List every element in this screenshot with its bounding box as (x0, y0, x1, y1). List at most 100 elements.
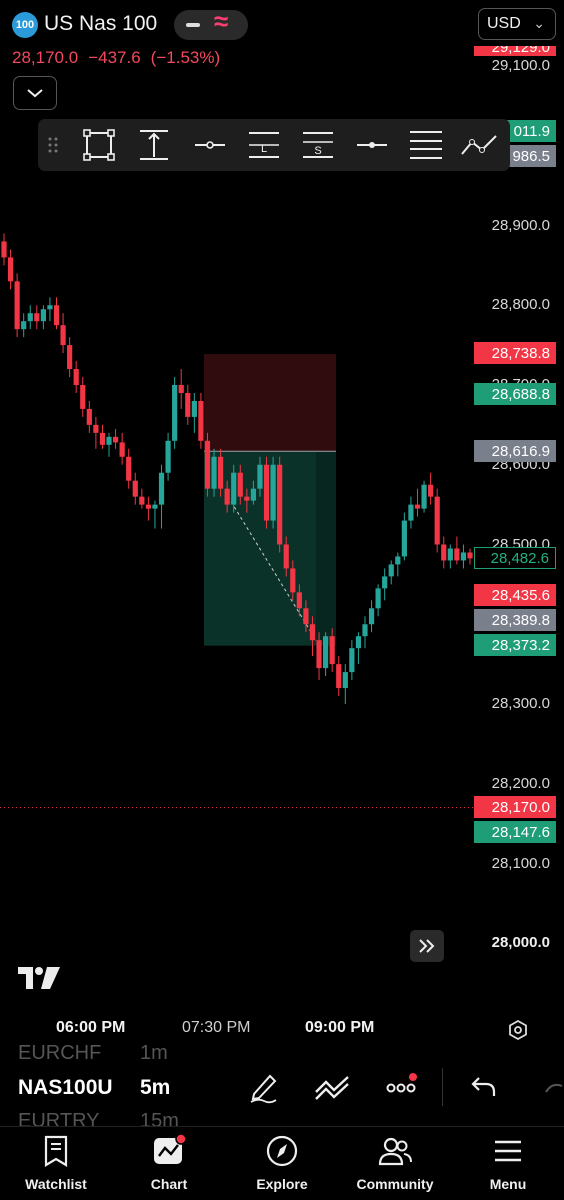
candle-body (395, 556, 401, 565)
minus-icon (186, 23, 200, 27)
candle-body (414, 504, 421, 509)
tradingview-logo (18, 967, 60, 989)
candle-body (40, 309, 46, 322)
nav-label: Chart (150, 1176, 188, 1192)
price-axis-label: 28,100.0 (491, 854, 550, 872)
nav-menu[interactable]: Menu (452, 1128, 564, 1200)
trend-lines-icon[interactable] (314, 1074, 350, 1102)
interval-option[interactable]: 1m (140, 1044, 168, 1065)
undo-icon[interactable] (470, 1074, 498, 1100)
symbol-option[interactable]: EURCHF (18, 1044, 101, 1065)
candle-body (355, 636, 362, 649)
candle-body (316, 640, 322, 669)
candle-body (428, 484, 434, 497)
candle-body (198, 400, 204, 441)
parallel-channel-icon[interactable] (406, 126, 446, 164)
candle-body (14, 281, 20, 330)
candle-body (408, 504, 414, 521)
short-position-icon[interactable]: S (298, 126, 338, 164)
currency-select[interactable]: USD ⌄ (478, 8, 556, 40)
candle-body (47, 305, 53, 310)
price-chart[interactable] (0, 50, 564, 1000)
candle-body (309, 624, 316, 641)
candle-body (434, 496, 440, 545)
nav-label: Explore (256, 1176, 308, 1192)
scroll-to-realtime-button[interactable] (410, 930, 444, 962)
symbol-selected[interactable]: NAS100U (18, 1076, 116, 1100)
candle-body (191, 400, 197, 417)
time-label: 09:00 PM (305, 1019, 375, 1036)
candle-body (296, 592, 302, 609)
candle-body (145, 504, 151, 509)
long-position-icon[interactable]: L (244, 126, 284, 164)
symbol-name[interactable]: US Nas 100 (44, 12, 157, 36)
compass-icon (266, 1135, 298, 1167)
interval-option[interactable]: 15m (140, 1110, 179, 1130)
chevron-down-icon: ⌄ (533, 15, 545, 31)
price-tag: 28,482.6 (474, 547, 556, 569)
nav-watchlist[interactable]: Watchlist (0, 1128, 112, 1200)
candle-body (106, 436, 112, 445)
chart-icon (154, 1134, 186, 1164)
candle-body (165, 440, 171, 473)
candle-body (80, 385, 86, 409)
rectangle-tool-icon[interactable] (79, 126, 119, 164)
candle-body (224, 488, 230, 505)
nav-explore[interactable]: Explore (226, 1128, 338, 1200)
chart-settings-icon[interactable] (507, 1019, 529, 1041)
nav-divider (0, 1126, 564, 1127)
nav-chart[interactable]: Chart (113, 1128, 225, 1200)
price-tag: 28,738.8 (474, 342, 556, 364)
price-tag: 28,373.2 (474, 634, 556, 656)
candle-body (454, 548, 460, 561)
candle-body (283, 544, 289, 569)
candle-body (290, 568, 296, 593)
candle-body (112, 436, 119, 443)
candle-body (86, 408, 92, 425)
candle-body (263, 464, 270, 521)
symbol-logo[interactable]: 100 (12, 12, 38, 38)
candle-body (139, 496, 145, 505)
candle-body (132, 480, 138, 497)
pencil-icon[interactable] (248, 1070, 280, 1104)
nav-label: Community (356, 1176, 434, 1192)
candle-body (178, 385, 184, 393)
nav-community[interactable]: Community (339, 1128, 451, 1200)
candle-body (303, 608, 309, 625)
candle-body (323, 636, 329, 669)
candle-body (217, 456, 224, 489)
candle-body (336, 664, 342, 689)
candle-body (447, 548, 453, 561)
interval-selected[interactable]: 5m (140, 1076, 170, 1100)
candle-body (93, 424, 99, 433)
candle-body (67, 345, 73, 370)
currency-label: USD (487, 15, 521, 32)
candle-body (467, 552, 473, 559)
price-axis-label: 28,900.0 (491, 216, 550, 234)
candle-body (7, 257, 14, 282)
candle-body (126, 456, 132, 481)
range-tool-icon[interactable] (134, 126, 174, 164)
candle-body (460, 552, 467, 561)
candle-body (349, 648, 355, 673)
redo-icon[interactable] (540, 1080, 564, 1102)
candle-body (172, 385, 178, 441)
candle-body (277, 464, 283, 545)
candle-body (152, 504, 158, 509)
more-tools-icon[interactable] (385, 1072, 419, 1102)
horizontal-ray-icon[interactable] (352, 126, 392, 164)
candle-body (270, 464, 276, 521)
drag-handle-icon[interactable] (38, 126, 68, 164)
symbol-interval-wheel[interactable]: EURCHF 1m NAS100U 5m EURTRY 15m (0, 1044, 440, 1130)
price-tag: 28,688.8 (474, 383, 556, 405)
candle-body (362, 624, 368, 637)
symbol-option[interactable]: EURTRY (18, 1110, 100, 1130)
candle-body (257, 464, 263, 489)
trend-line-icon[interactable] (460, 126, 500, 164)
candle-body (382, 576, 388, 589)
candle-body (158, 472, 165, 505)
horizontal-line-icon[interactable] (190, 126, 230, 164)
double-chevron-right-icon (419, 939, 435, 953)
price-tag: 28,170.0 (474, 796, 556, 818)
nav-label: Menu (489, 1176, 527, 1192)
